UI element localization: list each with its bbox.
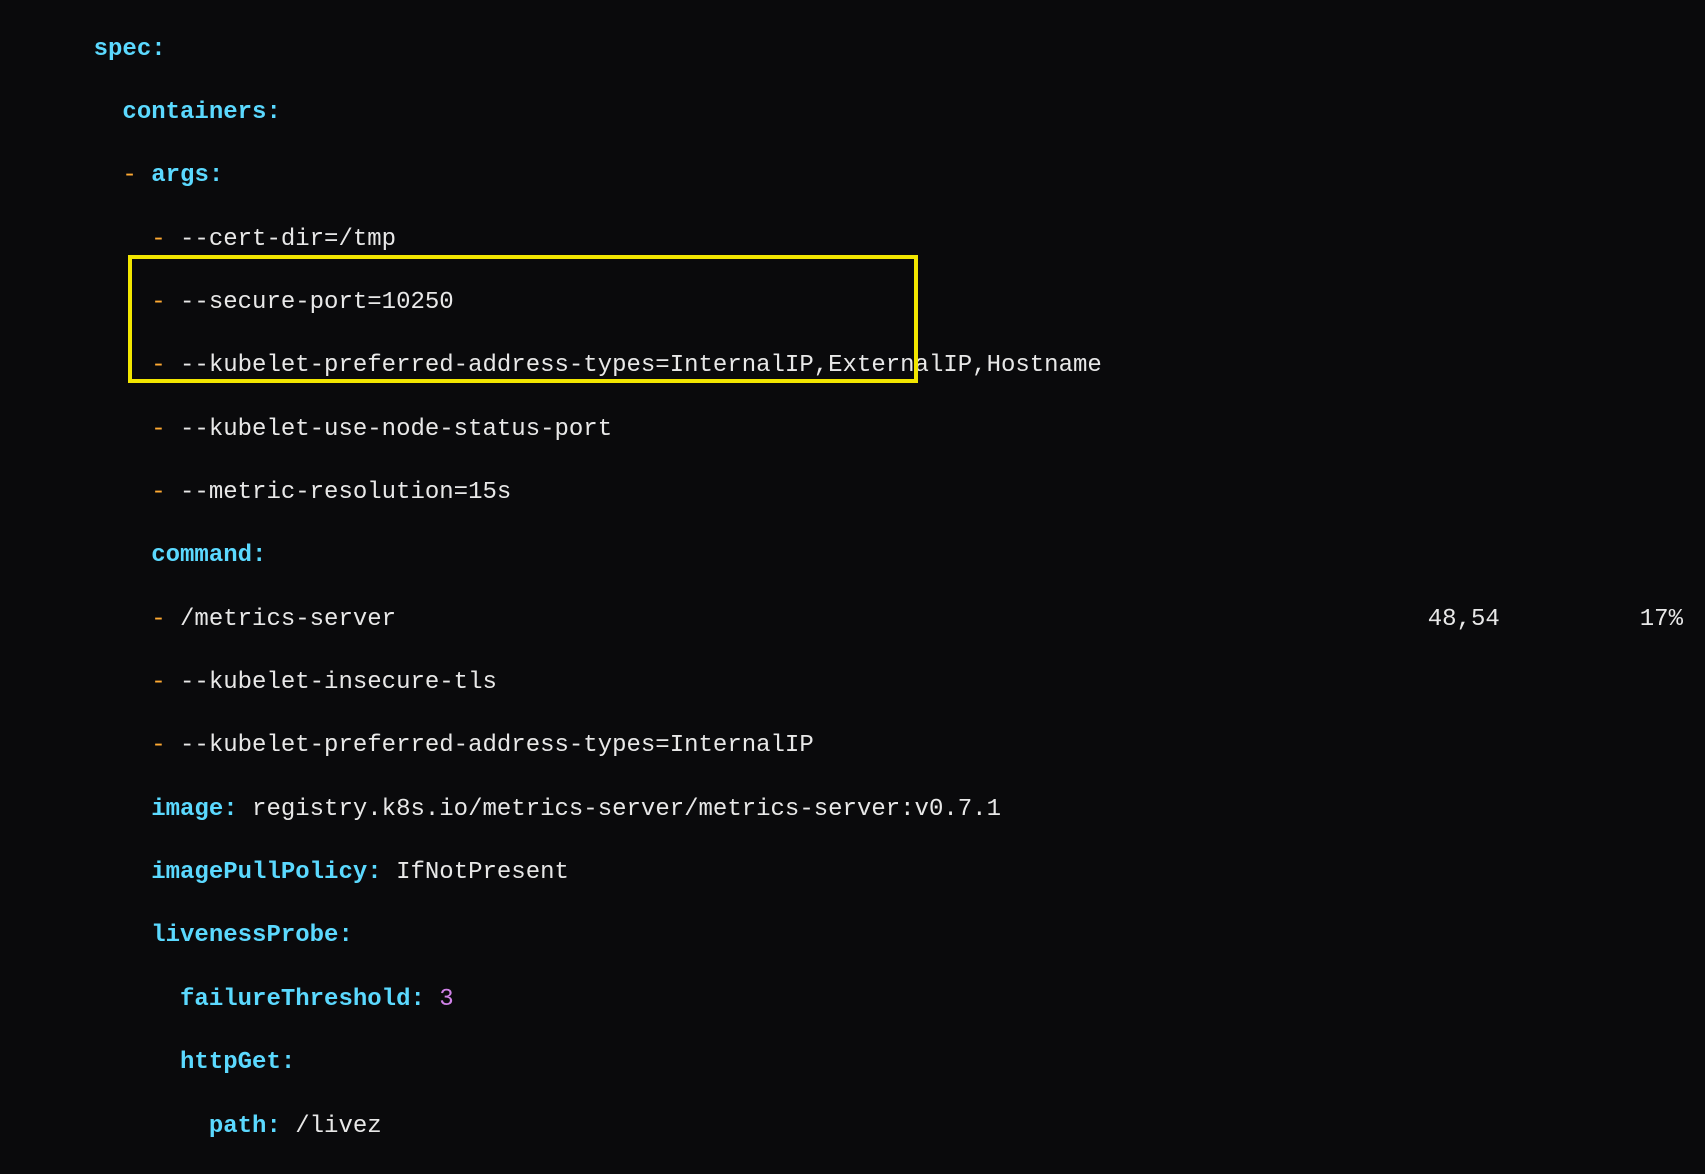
yaml-line-spec: spec: (36, 34, 1705, 66)
yaml-line-containers: containers: (36, 97, 1705, 129)
yaml-line-arg-item: - --cert-dir=/tmp (36, 224, 1705, 256)
yaml-line-imagepullpolicy: imagePullPolicy: IfNotPresent (36, 857, 1705, 889)
yaml-line-failurethreshold: failureThreshold: 3 (36, 984, 1705, 1016)
yaml-line-arg-item: - --kubelet-use-node-status-port (36, 414, 1705, 446)
yaml-line-command-item: - --kubelet-insecure-tls (36, 667, 1705, 699)
yaml-line-arg-item: - --kubelet-preferred-address-types=Inte… (36, 350, 1705, 382)
vim-status-bar: 48,54 17% (1428, 604, 1705, 636)
yaml-line-arg-item: - --metric-resolution=15s (36, 477, 1705, 509)
cursor-position: 48,54 (1428, 604, 1640, 636)
yaml-line-livenessprobe: livenessProbe: (36, 920, 1705, 952)
yaml-line-arg-item: - --secure-port=10250 (36, 287, 1705, 319)
code-editor-viewport[interactable]: spec: containers: - args: - --cert-dir=/… (0, 0, 1705, 1174)
yaml-line-httpget: httpGet: (36, 1047, 1705, 1079)
yaml-line-image: image: registry.k8s.io/metrics-server/me… (36, 794, 1705, 826)
yaml-line-args: - args: (36, 160, 1705, 192)
yaml-line-command-item: - --kubelet-preferred-address-types=Inte… (36, 730, 1705, 762)
yaml-line-path: path: /livez (36, 1111, 1705, 1143)
yaml-line-command: command: (36, 540, 1705, 572)
scroll-percent: 17% (1640, 604, 1705, 636)
